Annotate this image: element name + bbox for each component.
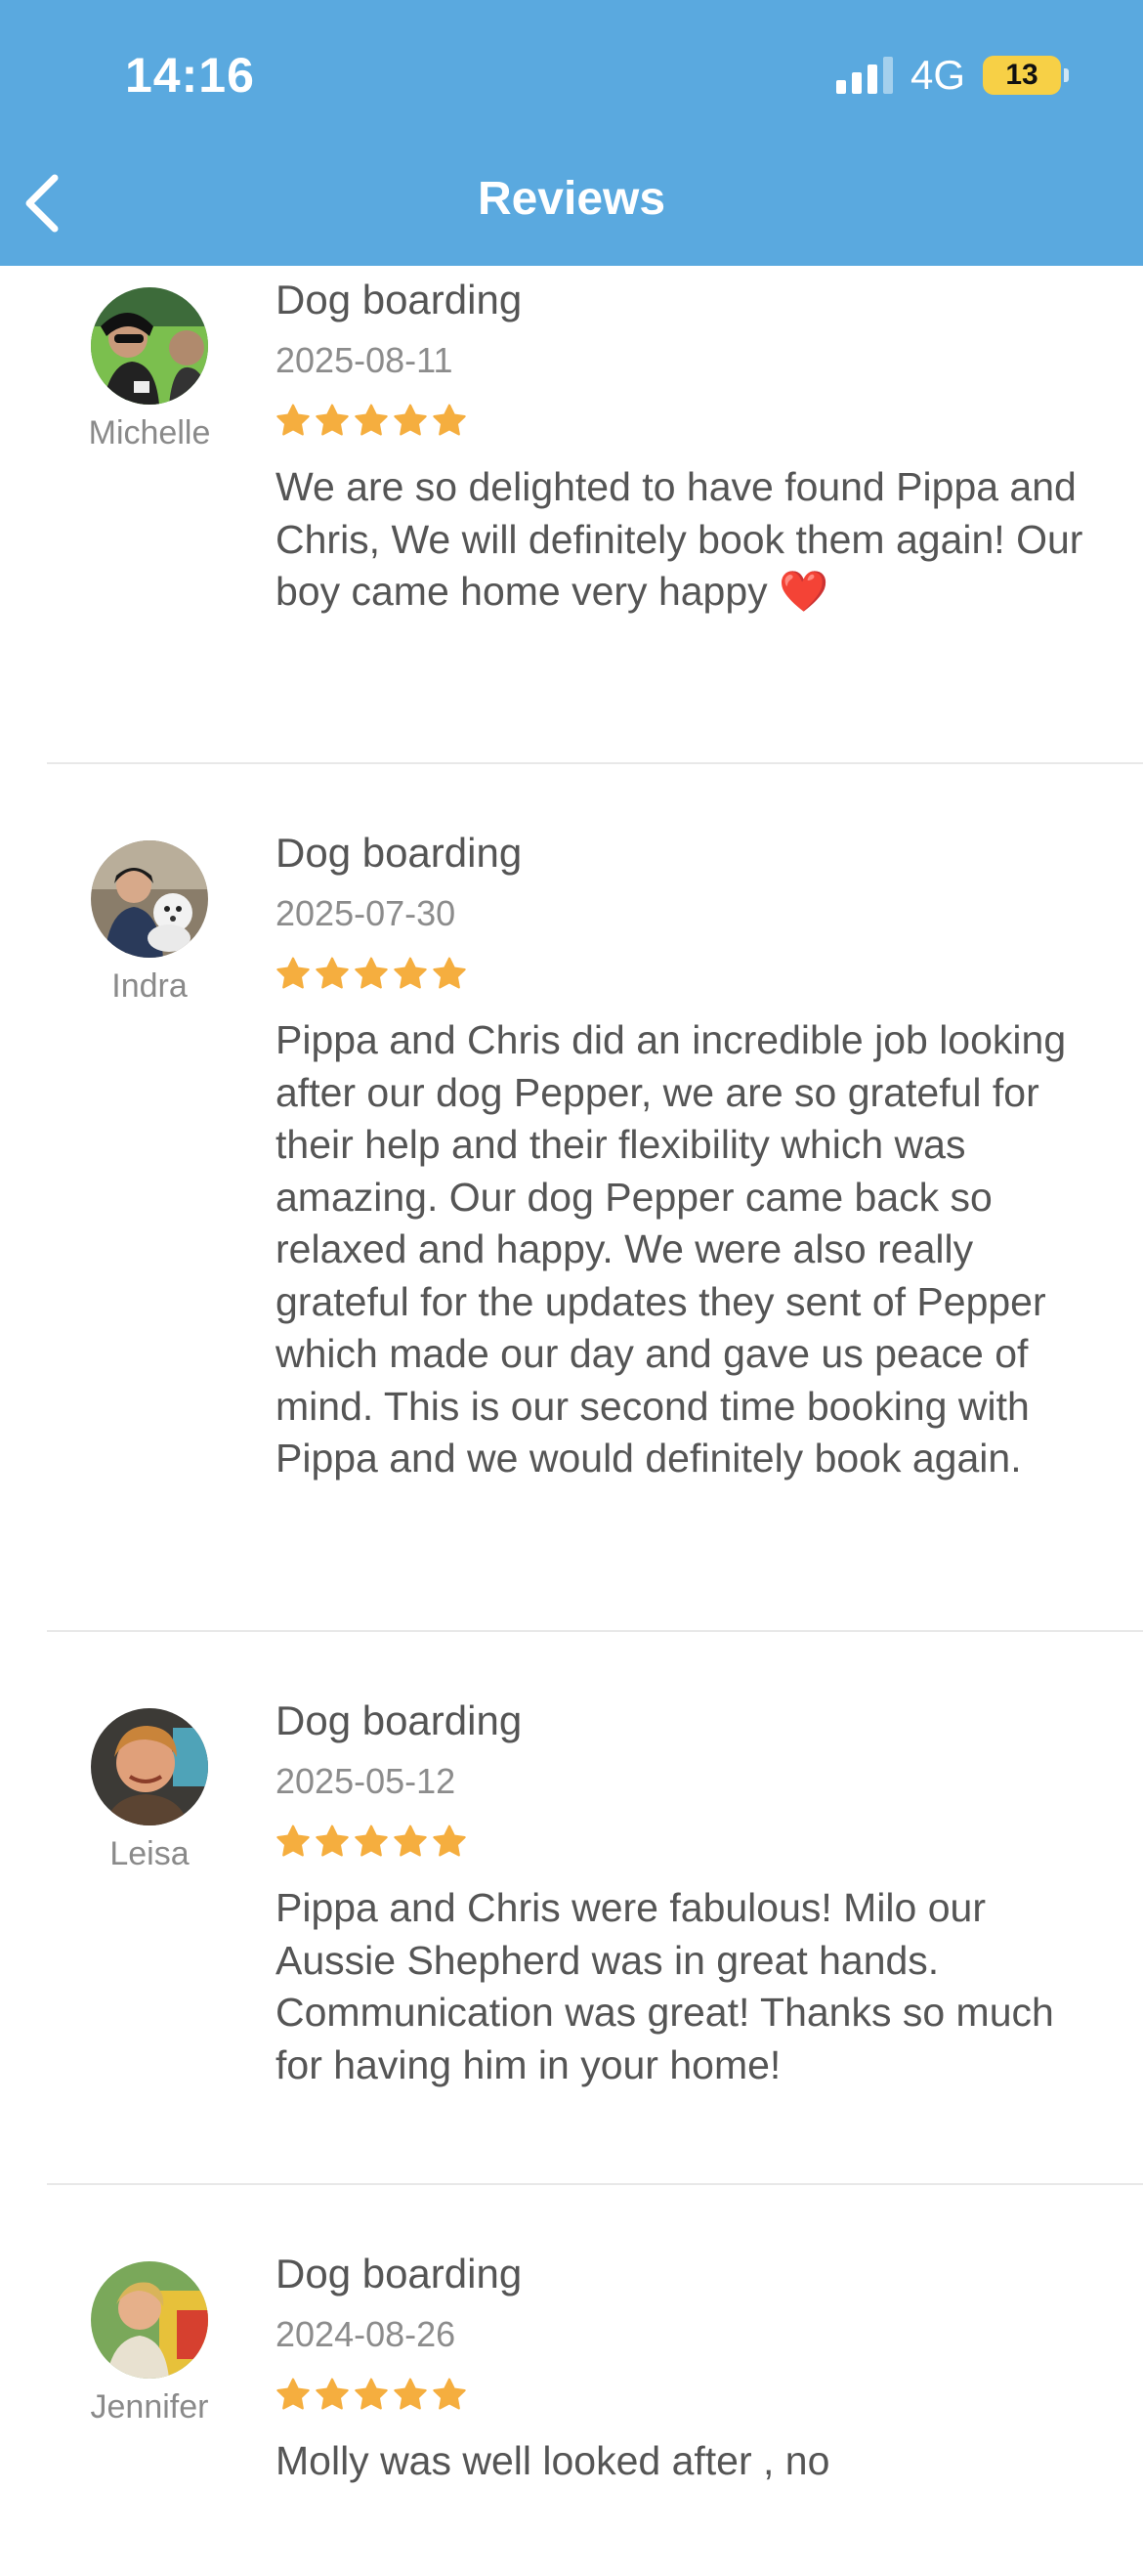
star-icon <box>276 2378 310 2410</box>
service-type: Dog boarding <box>275 277 523 322</box>
star-icon <box>433 1825 466 1857</box>
star-icon <box>316 1825 349 1857</box>
review-content: Dog boarding 2025-07-30 Pippa and Chris … <box>275 764 1143 1485</box>
reviewer-info: Michelle <box>47 287 252 452</box>
star-icon <box>433 404 466 436</box>
service-type: Dog boarding <box>275 2251 523 2297</box>
star-icon <box>276 957 310 989</box>
avatar[interactable] <box>91 1708 208 1825</box>
review-content: Dog boarding 2025-08-11 We are so deligh… <box>275 266 1143 619</box>
star-icon <box>276 404 310 436</box>
avatar[interactable] <box>91 2261 208 2379</box>
avatar[interactable] <box>91 287 208 405</box>
service-type: Dog boarding <box>275 1697 523 1743</box>
star-icon <box>276 1825 310 1857</box>
network-label: 4G <box>910 52 965 98</box>
review-date: 2025-05-12 <box>275 1761 456 1801</box>
signal-icon <box>835 57 893 94</box>
review-content: Dog boarding 2025-05-12 Pippa and Chris … <box>275 1632 1143 2091</box>
star-icon <box>316 957 349 989</box>
service-type: Dog boarding <box>275 830 523 876</box>
review-text: Molly was well looked after , no <box>275 2438 830 2483</box>
star-icon <box>316 404 349 436</box>
reviewer-info: Leisa <box>47 1708 252 1873</box>
star-icon <box>433 2378 466 2410</box>
star-rating <box>275 1822 1094 1861</box>
reviewer-name: Leisa <box>109 1835 190 1872</box>
review-date: 2025-07-30 <box>275 893 456 933</box>
star-icon <box>394 2378 427 2410</box>
star-rating <box>275 2375 1094 2414</box>
review-text: Pippa and Chris did an incredible job lo… <box>275 1017 1067 1481</box>
reviewer-info: Jennifer <box>47 2261 252 2426</box>
review-date: 2025-08-11 <box>275 340 453 380</box>
review-item: Jennifer Dog boarding 2024-08-26 Molly w… <box>47 2185 1143 2576</box>
avatar[interactable] <box>91 840 208 958</box>
star-icon <box>355 404 388 436</box>
app-header: 14:16 4G 13 Reviews <box>0 0 1143 266</box>
status-time: 14:16 <box>125 48 255 103</box>
star-icon <box>355 957 388 989</box>
review-item: Indra Dog boarding 2025-07-30 Pippa and … <box>47 764 1143 1632</box>
star-icon <box>355 2378 388 2410</box>
reviewer-info: Indra <box>47 840 252 1006</box>
reviewer-name: Michelle <box>88 414 211 451</box>
star-icon <box>433 957 466 989</box>
review-list: Michelle Dog boarding 2025-08-11 We are … <box>0 266 1143 2576</box>
reviewer-name: Indra <box>111 967 188 1005</box>
star-icon <box>394 404 427 436</box>
page-title: Reviews <box>477 173 666 225</box>
review-date: 2024-08-26 <box>275 2314 456 2354</box>
star-icon <box>394 1825 427 1857</box>
star-icon <box>394 957 427 989</box>
reviewer-name: Jennifer <box>90 2388 209 2426</box>
star-rating <box>275 954 1094 993</box>
review-text: We are so delighted to have found Pippa … <box>275 464 1083 614</box>
battery-level: 13 <box>983 56 1061 95</box>
status-indicators: 4G 13 <box>835 51 1069 100</box>
battery-icon: 13 <box>983 56 1069 95</box>
review-content: Dog boarding 2024-08-26 Molly was well l… <box>275 2185 1143 2488</box>
star-icon <box>355 1825 388 1857</box>
review-item: Leisa Dog boarding 2025-05-12 Pippa and … <box>47 1632 1143 2185</box>
star-icon <box>316 2378 349 2410</box>
review-item: Michelle Dog boarding 2025-08-11 We are … <box>47 266 1143 764</box>
star-rating <box>275 401 1094 440</box>
review-text: Pippa and Chris were fabulous! Milo our … <box>275 1885 1054 2087</box>
